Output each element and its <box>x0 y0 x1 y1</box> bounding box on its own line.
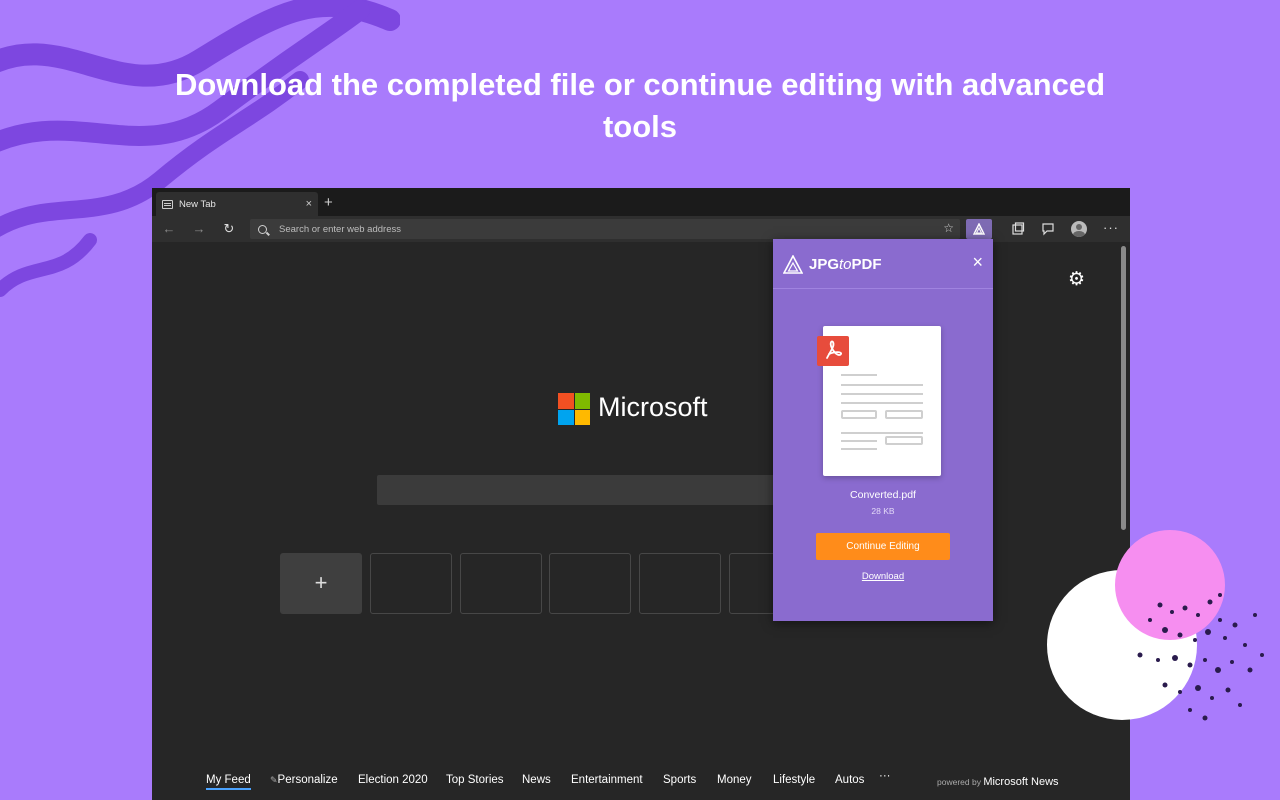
web-search-input[interactable] <box>377 475 817 505</box>
popup-header: JPGtoPDF × <box>773 239 993 289</box>
microsoft-wordmark: Microsoft <box>598 392 708 422</box>
search-icon <box>258 224 267 234</box>
news-link-news[interactable]: News <box>522 774 551 786</box>
address-bar[interactable]: Search or enter web address ☆ <box>250 219 960 239</box>
jpgtopdf-extension-button[interactable] <box>966 219 992 239</box>
brand-suffix: PDF <box>851 256 882 273</box>
logo-square-red <box>558 393 574 409</box>
newtab-page-icon <box>162 199 173 209</box>
logo-square-green <box>574 393 590 409</box>
news-link-my-feed[interactable]: My Feed <box>206 774 251 790</box>
scrollbar[interactable] <box>1121 246 1126 530</box>
settings-gear-icon[interactable]: ⚙ <box>1068 268 1085 291</box>
popup-close-icon[interactable]: × <box>972 253 983 271</box>
shortcut-tile[interactable] <box>460 553 542 614</box>
powered-by: powered by Microsoft News <box>937 776 1059 788</box>
logo-square-blue <box>558 409 574 425</box>
jpgtopdf-popup: JPGtoPDF × Converted.pdf 28 KB Continue … <box>773 239 993 621</box>
continue-editing-button[interactable]: Continue Editing <box>816 533 950 560</box>
add-shortcut-tile[interactable]: + <box>280 553 362 614</box>
news-link-label: Personalize <box>277 774 338 786</box>
collections-icon[interactable] <box>1010 221 1026 237</box>
tab-strip: New Tab × + <box>152 188 1130 216</box>
feedback-icon[interactable] <box>1040 221 1056 237</box>
news-link-autos[interactable]: Autos <box>835 774 864 786</box>
page-headline: Download the completed file or continue … <box>174 67 1106 144</box>
shortcut-tile[interactable] <box>370 553 452 614</box>
news-link-election[interactable]: Election 2020 <box>358 774 428 786</box>
download-link[interactable]: Download <box>773 571 993 582</box>
microsoft-logo <box>558 393 590 425</box>
file-name: Converted.pdf <box>850 489 916 501</box>
shortcut-tile[interactable] <box>639 553 721 614</box>
news-link-sports[interactable]: Sports <box>663 774 696 786</box>
news-link-top-stories[interactable]: Top Stories <box>446 774 504 786</box>
pdf-file-icon <box>817 336 849 366</box>
news-link-lifestyle[interactable]: Lifestyle <box>773 774 815 786</box>
reload-icon[interactable]: ↻ <box>220 220 238 238</box>
brand-prefix: JPG <box>809 256 840 273</box>
news-link-entertainment[interactable]: Entertainment <box>571 774 643 786</box>
new-tab-button[interactable]: + <box>324 194 333 212</box>
profile-avatar[interactable] <box>1071 221 1087 237</box>
tab-new-tab[interactable]: New Tab × <box>156 192 318 216</box>
news-feed-bar: My Feed ✎Personalize Election 2020 Top S… <box>152 760 1130 800</box>
pencil-icon: ✎ <box>270 775 278 785</box>
tab-title: New Tab <box>179 198 216 210</box>
forward-arrow-icon[interactable]: → <box>190 220 208 238</box>
tab-close-icon[interactable]: × <box>306 198 312 210</box>
news-link-personalize[interactable]: ✎Personalize <box>270 774 338 786</box>
powered-by-brand: Microsoft News <box>983 776 1059 788</box>
popup-brand: JPGtoPDF <box>809 256 882 273</box>
logo-square-yellow <box>574 409 590 425</box>
favorite-star-icon[interactable]: ☆ <box>943 221 954 235</box>
jpgtopdf-logo-icon <box>973 223 985 235</box>
news-more-icon[interactable]: ··· <box>879 770 891 782</box>
back-arrow-icon[interactable]: ← <box>160 220 178 238</box>
more-menu-icon[interactable]: ··· <box>1103 220 1119 235</box>
shortcut-tile[interactable] <box>549 553 631 614</box>
news-link-money[interactable]: Money <box>717 774 752 786</box>
brand-mid: to <box>839 256 852 273</box>
file-size: 28 KB <box>871 506 895 516</box>
powered-by-prefix: powered by <box>937 777 981 787</box>
address-placeholder: Search or enter web address <box>279 223 401 235</box>
jpgtopdf-logo-icon <box>783 255 803 274</box>
decorative-blobs <box>1047 530 1264 721</box>
